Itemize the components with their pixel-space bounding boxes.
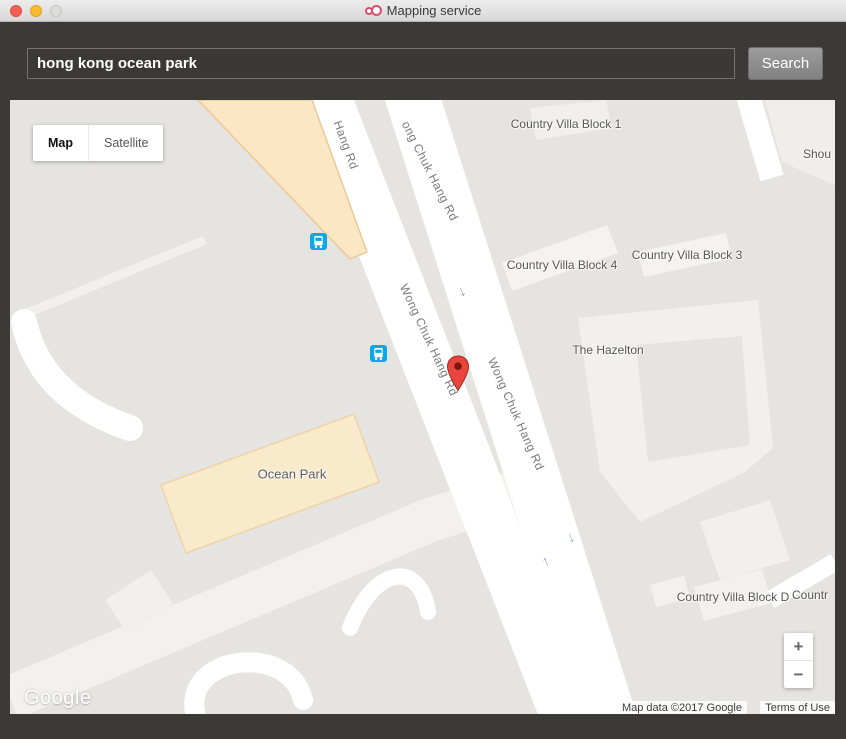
zoom-in-button[interactable]: + xyxy=(784,633,813,661)
close-icon[interactable] xyxy=(10,5,22,17)
window: { "window": { "title": "Mapping service"… xyxy=(0,0,846,739)
place-label-block3: Country Villa Block 3 xyxy=(631,248,743,262)
window-title-group: Mapping service xyxy=(364,3,482,18)
zoom-control: + − xyxy=(784,633,813,688)
minimize-icon[interactable] xyxy=(30,5,42,17)
traffic-lights xyxy=(10,5,62,17)
title-bar: Mapping service xyxy=(0,0,846,22)
place-label-block-d: Country Villa Block D xyxy=(676,590,790,604)
map-type-map-button[interactable]: Map xyxy=(33,125,88,161)
search-input[interactable] xyxy=(27,48,735,79)
place-label-shou-clipped: Shou xyxy=(803,147,832,161)
place-label-block1: Country Villa Block 1 xyxy=(510,117,622,131)
map-data-attribution: Map data ©2017 Google xyxy=(616,701,747,714)
place-label-hazelton: The Hazelton xyxy=(572,343,644,357)
zoom-icon xyxy=(50,5,62,17)
map-canvas[interactable] xyxy=(10,100,835,714)
place-label-countr-clipped: Countr xyxy=(792,588,829,602)
building-hazelton-courtyard xyxy=(636,336,750,462)
search-button[interactable]: Search xyxy=(748,47,823,80)
map-type-control: Map Satellite xyxy=(33,125,164,161)
window-title: Mapping service xyxy=(386,3,482,18)
place-label-ocean-park: Ocean Park xyxy=(257,466,327,482)
terms-of-use-link[interactable]: Terms of Use xyxy=(760,701,835,714)
map-type-satellite-button[interactable]: Satellite xyxy=(88,125,163,161)
google-logo: Google xyxy=(24,687,92,709)
bus-stop-icon[interactable] xyxy=(310,233,327,250)
linked-rings-icon xyxy=(364,5,382,16)
bus-stop-icon[interactable] xyxy=(370,345,387,362)
zoom-out-button[interactable]: − xyxy=(784,661,813,688)
map-view[interactable]: Country Villa Block 1 Shou Country Villa… xyxy=(10,100,835,714)
red-location-pin-icon[interactable] xyxy=(446,355,470,392)
place-label-block4: Country Villa Block 4 xyxy=(506,258,618,272)
